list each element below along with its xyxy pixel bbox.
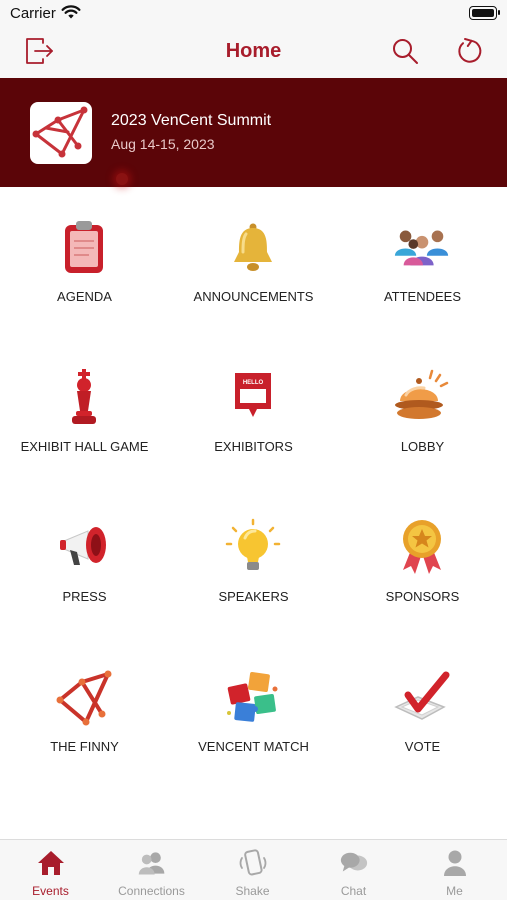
event-banner[interactable]: 2023 VenCent Summit Aug 14-15, 2023	[0, 78, 507, 187]
network-logo-icon	[54, 667, 114, 727]
tile-label: SPONSORS	[385, 589, 460, 604]
phone-shake-icon	[238, 848, 268, 878]
event-dates: Aug 14-15, 2023	[111, 136, 215, 152]
chat-bubbles-icon	[339, 848, 369, 878]
tab-label: Me	[446, 884, 463, 898]
tab-chat[interactable]: Chat	[303, 840, 404, 900]
people-icon	[137, 848, 167, 878]
tile-label: VENCENT MATCH	[198, 739, 309, 754]
carrier-label: Carrier	[10, 5, 56, 22]
chess-king-icon	[54, 367, 114, 427]
tile-speakers[interactable]: SPEAKERS	[169, 487, 338, 637]
lightbulb-icon	[223, 517, 283, 577]
page-indicator-dot	[116, 173, 128, 185]
hello-badge-icon: HELLO	[223, 367, 283, 427]
search-icon	[390, 36, 420, 71]
tile-announcements[interactable]: ANNOUNCEMENTS	[169, 187, 338, 337]
bell-icon	[223, 217, 283, 277]
tile-label: VOTE	[404, 739, 441, 754]
checkmark-box-icon	[392, 667, 452, 727]
people-icon	[392, 217, 452, 277]
search-button[interactable]	[388, 36, 422, 70]
tile-vote[interactable]: VOTE	[338, 637, 507, 787]
tile-label: EXHIBIT HALL GAME	[20, 439, 149, 454]
house-icon	[36, 848, 66, 878]
tile-label: PRESS	[62, 589, 107, 604]
tab-me[interactable]: Me	[404, 840, 505, 900]
tile-sponsors[interactable]: SPONSORS	[338, 487, 507, 637]
tile-exhibitors[interactable]: HELLO EXHIBITORS	[169, 337, 338, 487]
svg-text:HELLO: HELLO	[243, 380, 264, 386]
tile-the-finny[interactable]: THE FINNY	[0, 637, 169, 787]
service-bell-icon	[392, 367, 452, 427]
wifi-icon	[61, 5, 81, 25]
feature-grid: AGENDA ANNOUNCEMENTS ATTENDEES EXHIBIT H…	[0, 187, 507, 839]
megaphone-icon	[54, 517, 114, 577]
tab-events[interactable]: Events	[0, 840, 101, 900]
tile-exhibit-hall-game[interactable]: EXHIBIT HALL GAME	[0, 337, 169, 487]
tile-attendees[interactable]: ATTENDEES	[338, 187, 507, 337]
person-icon	[440, 848, 470, 878]
tile-label: ANNOUNCEMENTS	[193, 289, 314, 304]
page-title: Home	[225, 40, 282, 62]
status-bar: Carrier	[0, 0, 507, 28]
tab-bar: Events Connections Shake Chat Me	[0, 839, 507, 900]
tile-label: SPEAKERS	[218, 589, 289, 604]
award-medal-icon	[392, 517, 452, 577]
tab-label: Events	[32, 884, 69, 898]
nav-bar: Home	[0, 28, 507, 78]
tile-label: LOBBY	[400, 439, 445, 454]
refresh-button[interactable]	[452, 36, 486, 70]
puzzle-icon	[223, 667, 283, 727]
tile-label: ATTENDEES	[383, 289, 462, 304]
tab-label: Connections	[118, 884, 185, 898]
tile-vencent-match[interactable]: VENCENT MATCH	[169, 637, 338, 787]
tile-label: EXHIBITORS	[214, 439, 293, 454]
tile-press[interactable]: PRESS	[0, 487, 169, 637]
clipboard-icon	[54, 217, 114, 277]
tile-lobby[interactable]: LOBBY	[338, 337, 507, 487]
tile-label: AGENDA	[57, 289, 112, 304]
battery-icon	[469, 6, 500, 20]
refresh-icon	[454, 36, 484, 71]
tab-label: Shake	[235, 884, 270, 898]
tab-connections[interactable]: Connections	[101, 840, 202, 900]
tile-label: THE FINNY	[50, 739, 119, 754]
event-name: 2023 VenCent Summit	[111, 112, 272, 129]
tab-shake[interactable]: Shake	[202, 840, 303, 900]
tab-label: Chat	[340, 884, 367, 898]
event-logo	[30, 102, 92, 164]
tile-agenda[interactable]: AGENDA	[0, 187, 169, 337]
